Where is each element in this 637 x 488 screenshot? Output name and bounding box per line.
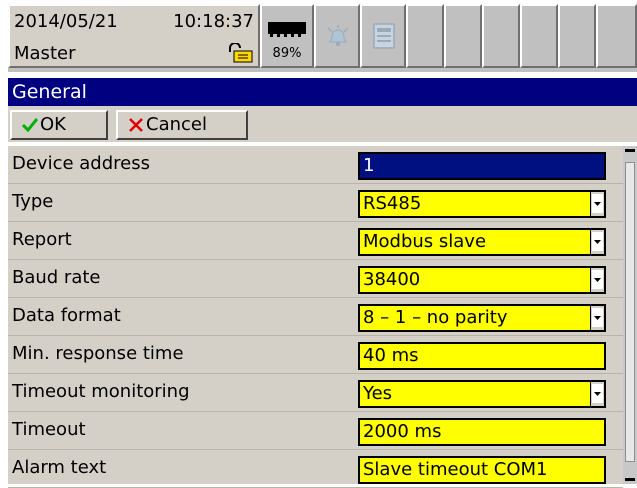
setting-row-alarm-text: Alarm text Slave timeout COM1 xyxy=(8,450,623,488)
setting-row-data-format: Data format 8 – 1 – no parity xyxy=(8,298,623,336)
cancel-label: Cancel xyxy=(146,114,207,135)
field-value: Slave timeout COM1 xyxy=(363,459,548,480)
data-format-select[interactable]: 8 – 1 – no parity xyxy=(358,304,606,332)
scroll-up-icon xyxy=(625,149,635,152)
scroll-up-button[interactable] xyxy=(623,146,637,162)
user-level: Master xyxy=(14,43,76,64)
cancel-button[interactable]: Cancel xyxy=(116,110,248,140)
status-slot xyxy=(444,4,482,68)
setting-row-report: Report Modbus slave xyxy=(8,222,623,260)
settings-list: Device address 1 Type RS485 Report Modbu… xyxy=(8,146,623,488)
status-slot xyxy=(406,4,444,68)
setting-label: Type xyxy=(12,191,54,212)
setting-row-type: Type RS485 xyxy=(8,184,623,222)
setting-label: Baud rate xyxy=(12,267,101,288)
device-screen: 2014/05/21 10:18:37 Master 89% General O… xyxy=(0,0,637,488)
time-display: 10:18:37 xyxy=(173,11,254,32)
status-slot xyxy=(596,4,637,68)
cross-icon xyxy=(129,118,143,132)
field-value: Yes xyxy=(363,383,393,404)
dialog-title-bar: General xyxy=(8,78,637,106)
field-value: 40 ms xyxy=(363,345,419,366)
dropdown-arrow-icon[interactable] xyxy=(590,230,604,254)
timeout-field[interactable]: 2000 ms xyxy=(358,418,606,446)
setting-label: Timeout monitoring xyxy=(12,381,190,402)
dropdown-arrow-icon[interactable] xyxy=(590,268,604,292)
field-value: 2000 ms xyxy=(363,421,442,442)
dropdown-arrow-icon[interactable] xyxy=(590,192,604,216)
setting-label: Min. response time xyxy=(12,343,184,364)
status-slot xyxy=(482,4,520,68)
baud-rate-select[interactable]: 38400 xyxy=(358,266,606,294)
memory-chip-icon xyxy=(268,22,306,37)
report-select[interactable]: Modbus slave xyxy=(358,228,606,256)
type-select[interactable]: RS485 xyxy=(358,190,606,218)
setting-row-timeout: Timeout 2000 ms xyxy=(8,412,623,450)
dropdown-arrow-icon[interactable] xyxy=(590,306,604,330)
setting-label: Data format xyxy=(12,305,121,326)
scroll-thumb[interactable] xyxy=(625,162,635,462)
alarm-text-field[interactable]: Slave timeout COM1 xyxy=(358,456,606,484)
field-value: RS485 xyxy=(363,193,422,214)
timeout-monitoring-select[interactable]: Yes xyxy=(358,380,606,408)
memory-indicator[interactable]: 89% xyxy=(260,4,314,68)
min-response-time-field[interactable]: 40 ms xyxy=(358,342,606,370)
dropdown-arrow-icon[interactable] xyxy=(590,382,604,406)
ok-label: OK xyxy=(40,114,66,135)
field-value: 38400 xyxy=(363,269,421,290)
date-display: 2014/05/21 xyxy=(14,11,118,32)
datetime-panel: 2014/05/21 10:18:37 Master xyxy=(8,4,260,68)
ok-button[interactable]: OK xyxy=(10,110,108,140)
memory-percent: 89% xyxy=(272,46,302,61)
setting-label: Alarm text xyxy=(12,457,107,478)
status-slot xyxy=(558,4,596,68)
event-indicator[interactable] xyxy=(360,4,406,68)
lock-icon xyxy=(229,43,253,63)
setting-label: Report xyxy=(12,229,72,250)
vertical-scrollbar[interactable] xyxy=(623,146,637,484)
event-list-icon xyxy=(373,23,395,49)
scroll-down-icon xyxy=(625,478,635,481)
alarm-indicator[interactable] xyxy=(314,4,360,68)
button-row: OK Cancel xyxy=(8,106,637,142)
setting-row-device-address: Device address 1 xyxy=(8,146,623,184)
setting-row-timeout-monitoring: Timeout monitoring Yes xyxy=(8,374,623,412)
setting-label: Device address xyxy=(12,153,150,174)
field-value: 8 – 1 – no parity xyxy=(363,307,508,328)
scroll-down-button[interactable] xyxy=(623,468,637,484)
setting-row-baud-rate: Baud rate 38400 xyxy=(8,260,623,298)
dialog-title: General xyxy=(12,81,87,103)
checkmark-icon xyxy=(22,118,38,133)
alarm-bell-icon xyxy=(327,25,349,46)
device-address-field[interactable]: 1 xyxy=(358,152,606,180)
field-value: Modbus slave xyxy=(363,231,487,252)
field-value: 1 xyxy=(363,155,375,176)
status-bar: 2014/05/21 10:18:37 Master 89% xyxy=(8,4,637,72)
status-slot xyxy=(520,4,558,68)
setting-label: Timeout xyxy=(12,419,86,440)
setting-row-min-response-time: Min. response time 40 ms xyxy=(8,336,623,374)
